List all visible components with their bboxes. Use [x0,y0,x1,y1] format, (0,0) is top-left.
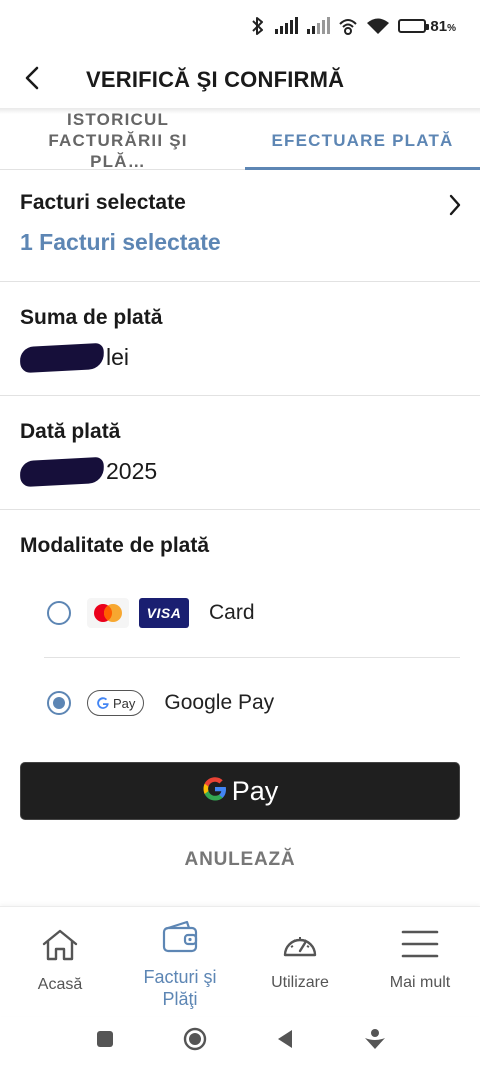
wallet-icon [161,919,199,958]
signal-icon [306,17,331,35]
tab-make-payment[interactable]: EFECTUARE PLATĂ [245,112,480,170]
google-pay-button[interactable]: Pay [20,762,460,820]
nav-more[interactable]: Mai mult [360,907,480,1016]
visa-icon: VISA [139,598,189,628]
nav-usage-label: Utilizare [271,974,329,991]
tab-billing-history[interactable]: ISTORICUL FACTURĂRII ŞI PLĂ… [0,110,245,171]
selected-invoices-label: Facturi selectate [20,191,186,214]
battery-icon: 81% [398,18,456,35]
assistant-icon [364,1028,386,1055]
tab-label: ISTORICUL FACTURĂRII ŞI PLĂ… [48,110,188,171]
selected-invoices-row[interactable]: Facturi selectate 1 Facturi selectate [0,170,480,282]
payment-option-card[interactable]: VISA Card [0,569,480,657]
amount-value: lei [19,342,460,373]
nav-usage[interactable]: Utilizare [240,907,360,1016]
radio-card[interactable] [47,601,71,625]
chevron-right-icon[interactable] [448,194,462,221]
triangle-back-icon [276,1029,294,1054]
gauge-icon [281,929,319,964]
square-icon [96,1030,114,1053]
nav-bills-payments[interactable]: Facturi şi Plăţi [120,907,240,1016]
back-arrow-icon [22,66,44,95]
divider [44,657,460,658]
battery-percent: 81% [430,17,456,35]
wifi-icon [366,17,390,35]
cancel-button[interactable]: ANULEAZĂ [0,840,480,880]
back-button[interactable] [0,52,78,108]
nav-home-label: Acasă [37,976,83,993]
assistant-button[interactable] [355,1022,395,1062]
home-button[interactable] [175,1022,215,1062]
system-nav-bar [0,1016,480,1067]
google-pay-button-label: Pay [231,775,279,806]
amount-label: Suma de plată [20,306,163,329]
home-icon [41,929,79,966]
google-g-icon [202,776,228,807]
amount-currency: lei [106,344,130,370]
radio-google-pay[interactable] [47,691,71,715]
signal-icon [274,17,299,35]
date-section: Dată plată 2025 [0,396,480,510]
mastercard-icon [87,598,129,628]
nav-home[interactable]: Acasă [0,907,120,1016]
bluetooth-icon [250,16,266,36]
recents-button[interactable] [85,1022,125,1062]
tab-bar: ISTORICUL FACTURĂRII ŞI PLĂ… EFECTUARE P… [0,110,480,171]
menu-icon [401,929,439,964]
back-nav-button[interactable] [265,1022,305,1062]
payment-option-card-label: Card [209,601,255,624]
date-label: Dată plată [20,420,121,443]
wifi-calling-icon [338,16,358,36]
page-title: VERIFICĂ ŞI CONFIRMĂ [86,67,345,92]
status-bar: 81% [0,0,480,52]
circle-icon [183,1027,207,1056]
redacted-date [19,456,105,487]
date-value: 2025 [19,456,460,487]
tab-label: EFECTUARE PLATĂ [271,131,454,150]
nav-more-label: Mai mult [389,974,451,991]
redacted-amount [19,342,105,373]
amount-section: Suma de plată lei [0,282,480,396]
date-year: 2025 [106,458,158,484]
payment-method-label: Modalitate de plată [20,534,210,557]
nav-bills-payments-label: Facturi şi Plăţi [143,967,217,1009]
bottom-nav: Acasă Facturi şi Plăţi Utilizare Mai mul… [0,906,480,1016]
payment-option-google-pay-label: Google Pay [164,691,275,714]
selected-invoices-value[interactable]: 1 Facturi selectate [20,229,460,256]
google-pay-icon: Pay [87,690,145,716]
app-header: VERIFICĂ ŞI CONFIRMĂ [0,52,480,108]
payment-option-google-pay[interactable]: Pay Google Pay [0,659,480,747]
